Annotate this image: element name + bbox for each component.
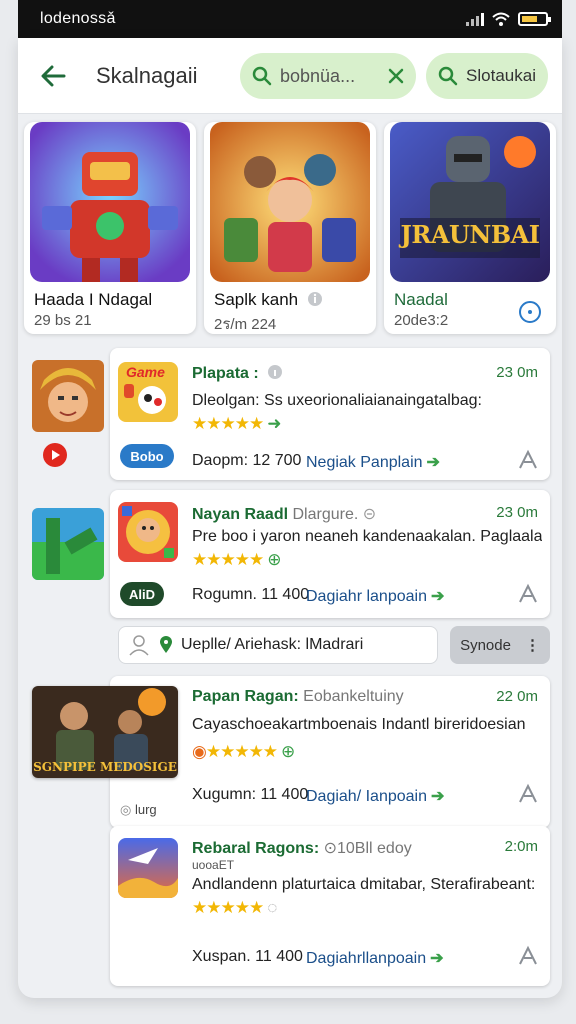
- featured-name-2: Saplk kanh: [214, 290, 323, 310]
- info-icon: [307, 292, 322, 306]
- list-desc-4: Andlandenn platurtaica dmitabar, Sterafi…: [192, 876, 536, 893]
- youtube-icon[interactable]: [42, 442, 68, 468]
- list-desc-2: Pre boo i yaron neaneh kandenaakalan. Pa…: [192, 528, 542, 545]
- featured-card-1[interactable]: Haada I Ndagal 29 bs 21: [24, 122, 196, 334]
- list-footer-3: Xugumn: 11 400: [192, 786, 309, 803]
- share-icon[interactable]: [516, 782, 540, 806]
- more-vert-icon: ⋮: [524, 637, 540, 654]
- list-item-1[interactable]: Game Plapata : 23 0m Dleolgan: Ss uxeori…: [110, 348, 550, 480]
- list-link-1[interactable]: Negiak Panplain ➔: [306, 452, 440, 472]
- list-time-1: 23 0m: [496, 364, 538, 381]
- side-banner-text: SGNPIPE MEDOSIGE: [33, 760, 177, 774]
- battery-level: [522, 16, 538, 22]
- share-icon[interactable]: [516, 582, 540, 606]
- wifi-icon: [492, 12, 510, 26]
- rating-stars-4: ★★★★★ ◌: [192, 898, 277, 917]
- search-field[interactable]: bobnüa...: [240, 53, 416, 99]
- sort-label: Synode: [460, 636, 511, 654]
- list-footer-4: Xuspan. 11 400: [192, 948, 303, 965]
- top-app-bar: Skalnagaii bobnüa... Slotaukai: [18, 38, 562, 114]
- list-link-2[interactable]: Dagiahr lanpoain ➔: [306, 586, 444, 606]
- flight-game-icon: [118, 838, 178, 898]
- featured-art-1: [30, 122, 190, 282]
- list-item-2[interactable]: Nayan Raadl Dlargure. ⊝ 23 0m Pre boo i …: [110, 490, 550, 618]
- list-subdesc-4: uooaET: [192, 858, 235, 872]
- more-info-icon[interactable]: [518, 300, 542, 324]
- list-thumb-1: Game: [118, 362, 178, 422]
- featured-art-3: JRAUNBAI: [390, 122, 550, 282]
- character-game-icon: [118, 502, 178, 562]
- list-link-4[interactable]: Dagiahrllanpoain ➔: [306, 948, 444, 968]
- side-thumb-2[interactable]: [32, 508, 104, 580]
- status-icons: [466, 12, 551, 26]
- update-notice-text: Ueplle/ Ariehask: lMadrari: [181, 636, 364, 653]
- list-desc-3: Cayaschoeakartmboenais Indantl bireridoe…: [192, 716, 526, 733]
- list-title-1: Plapata :: [192, 364, 283, 383]
- arrow-right-icon: ➔: [430, 950, 444, 967]
- arrow-right-icon: ➔: [426, 454, 440, 471]
- search-action-button[interactable]: Slotaukai: [426, 53, 548, 99]
- list-item-4[interactable]: Rebaral Ragons: ⊙10Bll edoy 2:0m uooaET …: [110, 826, 550, 986]
- heroes-game-icon: [210, 122, 370, 282]
- side-badge-1[interactable]: Bobo: [120, 444, 174, 468]
- page-title: Skalnagaii: [96, 62, 198, 88]
- list-title-2: Nayan Raadl Dlargure. ⊝: [192, 506, 377, 523]
- search-query[interactable]: bobnüa...: [280, 66, 380, 87]
- signal-icon: [466, 12, 484, 26]
- knight-game-icon: [390, 122, 550, 282]
- list-link-3[interactable]: Dagiah/ Ianpoain ➔: [306, 786, 444, 806]
- featured-card-3[interactable]: JRAUNBAI Naadal 20de3:2: [384, 122, 556, 334]
- side-thumb-1[interactable]: [32, 360, 104, 432]
- rating-stars-2: ★★★★★ ⊕: [192, 550, 281, 569]
- location-pin-icon: [160, 636, 172, 653]
- featured-art-2: [210, 122, 370, 282]
- list-time-3: 22 0m: [496, 688, 538, 705]
- blocks-game-icon: [32, 508, 104, 580]
- info-icon: [268, 365, 283, 379]
- arrow-right-icon: ➔: [430, 588, 445, 605]
- list-footer-2: Rogumn. 11 400: [192, 586, 310, 603]
- arrow-right-icon: ➔: [430, 788, 445, 805]
- featured-sub-1: 29 bs 21: [34, 312, 92, 329]
- list-desc-1: Dleolgan: Ss uxeorionaliaianaingatalbag:: [192, 392, 482, 409]
- list-thumb-4: [118, 838, 178, 898]
- list-thumb-2: [118, 502, 178, 562]
- share-icon[interactable]: [516, 448, 540, 472]
- status-bar: lodenossǎ: [18, 0, 562, 38]
- status-time: lodenossǎ: [40, 10, 116, 27]
- featured-banner-text: JRAUNBAI: [400, 220, 540, 249]
- list-title-3: Papan Ragan: Eobankeltuiny: [192, 688, 404, 705]
- hero-face-icon: [32, 360, 104, 432]
- update-notice[interactable]: Ueplle/ Ariehask: lMadrari: [118, 626, 438, 664]
- battery-icon: [518, 12, 551, 26]
- search-icon: [252, 66, 272, 86]
- list-time-2: 23 0m: [496, 504, 538, 521]
- featured-name-1: Haada I Ndagal: [34, 290, 153, 309]
- share-icon[interactable]: [516, 944, 540, 968]
- featured-name-3: Naadal: [394, 290, 448, 309]
- robot-game-icon: [30, 122, 190, 282]
- side-banner-3[interactable]: SGNPIPE MEDOSIGE: [32, 686, 178, 778]
- rating-stars-1: ★★★★★ ➜: [192, 414, 281, 433]
- close-icon[interactable]: [388, 68, 404, 84]
- list-thumb-label: Game: [126, 364, 165, 380]
- featured-sub-2: 2ร/m 224: [214, 316, 277, 333]
- featured-sub-3: 20de3:2: [394, 312, 449, 329]
- back-arrow-icon: [41, 65, 66, 86]
- search-action-label: Slotaukai: [466, 66, 536, 85]
- featured-card-2[interactable]: Saplk kanh 2ร/m 224: [204, 122, 376, 334]
- search-icon: [438, 66, 458, 86]
- list-title-4: Rebaral Ragons: ⊙10Bll edoy: [192, 840, 412, 857]
- app-screen: Skalnagaii bobnüa... Slotaukai Haada I N…: [18, 38, 562, 998]
- side-badge-3: ◎ lurg: [120, 802, 157, 817]
- rating-stars-3: ◉★★★★★ ⊕: [192, 742, 295, 761]
- back-button[interactable]: [24, 47, 82, 105]
- list-footer-1: Daopm: 12 700: [192, 452, 302, 469]
- side-badge-2[interactable]: AliD: [120, 582, 164, 606]
- sort-button[interactable]: Synode ⋮: [450, 626, 550, 664]
- list-time-4: 2:0m: [504, 838, 538, 855]
- avatar-icon: [129, 635, 149, 656]
